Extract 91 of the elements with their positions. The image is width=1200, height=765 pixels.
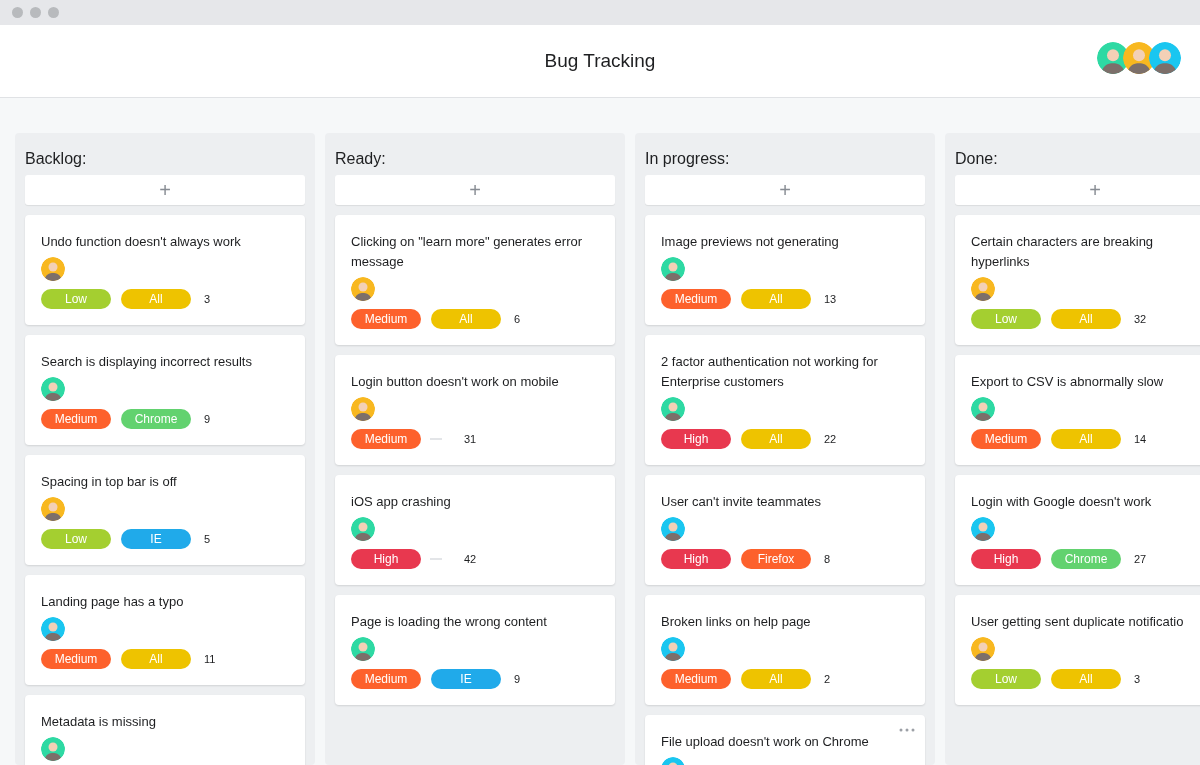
comment-count: 8: [824, 553, 831, 565]
tag: Low: [41, 529, 111, 549]
window-dot[interactable]: [30, 7, 41, 18]
task-card[interactable]: Broken links on help page Medium All 2: [645, 595, 925, 705]
tag: Medium: [41, 409, 111, 429]
card-title: Broken links on help page: [661, 613, 812, 631]
comment-count: 11: [204, 653, 216, 665]
tag: High: [351, 549, 421, 569]
task-card[interactable]: Login button doesn't work on mobile Medium 31: [335, 355, 615, 465]
window-dot[interactable]: [48, 7, 59, 18]
comment-count: 6: [514, 313, 521, 325]
task-card[interactable]: User can't invite teammates High Firefox 8: [645, 475, 925, 585]
tag: High: [971, 549, 1041, 569]
tag: All: [741, 289, 811, 309]
card-title: Clicking on "learn more" generates error message: [351, 233, 584, 271]
tag: High: [661, 429, 731, 449]
task-card[interactable]: Metadata is missing: [25, 695, 305, 765]
comment-count: 32: [1134, 313, 1147, 325]
tag: All: [741, 669, 811, 689]
task-card[interactable]: 2 factor authentication not working for Enterprise customers High All 22: [645, 335, 925, 465]
card-title: Spacing in top bar is off: [41, 473, 178, 491]
comment-count: 27: [1134, 553, 1147, 565]
task-card[interactable]: Spacing in top bar is off Low IE 5: [25, 455, 305, 565]
tag: All: [431, 309, 501, 329]
tag: IE: [431, 669, 501, 689]
tag: Medium: [351, 309, 421, 329]
tag: All: [121, 289, 191, 309]
task-card[interactable]: Clicking on "learn more" generates error message Medium All 6: [335, 215, 615, 345]
task-card[interactable]: User getting sent duplicate notificatio Low All 3: [955, 595, 1200, 705]
tag: Medium: [971, 429, 1041, 449]
card-title: User getting sent duplicate notificatio: [971, 613, 1185, 631]
tag: All: [1051, 309, 1121, 329]
card-title: User can't invite teammates: [661, 493, 822, 511]
tag: Low: [971, 669, 1041, 689]
comment-count: 22: [824, 433, 837, 445]
card-title: Search is displaying incorrect results: [41, 353, 253, 371]
comment-count: 5: [204, 533, 211, 545]
comment-count: 3: [1134, 673, 1141, 685]
tag: Chrome: [1051, 549, 1121, 569]
task-card[interactable]: File upload doesn't work on Chrome: [645, 715, 925, 765]
task-card[interactable]: Export to CSV is abnormally slow Medium All 14: [955, 355, 1200, 465]
comment-count: 42: [464, 553, 477, 565]
tag: All: [1051, 429, 1121, 449]
comment-count: 9: [204, 413, 211, 425]
card-title: Login with Google doesn't work: [971, 493, 1153, 511]
tag: All: [741, 429, 811, 449]
task-card[interactable]: Certain characters are breaking hyperlinks Low All 32: [955, 215, 1200, 345]
card-title: Landing page has a typo: [41, 593, 185, 611]
tag: Medium: [351, 669, 421, 689]
tag: All: [121, 649, 191, 669]
comment-count: 31: [464, 433, 477, 445]
task-card[interactable]: Page is loading the wrong content Medium IE 9: [335, 595, 615, 705]
tag: Medium: [351, 429, 421, 449]
card-title: iOS app crashing: [351, 493, 452, 511]
card-title: Metadata is missing: [41, 713, 157, 731]
card-title: 2 factor authentication not working for Enterprise customers: [661, 353, 879, 391]
tag: All: [1051, 669, 1121, 689]
tag: Low: [971, 309, 1041, 329]
tag: High: [661, 549, 731, 569]
column-title: In progress:: [645, 149, 731, 165]
column-title: Done:: [955, 149, 999, 165]
comment-count: 2: [824, 673, 831, 685]
tag: Medium: [661, 669, 731, 689]
more-icon[interactable]: [899, 728, 915, 732]
task-card[interactable]: Image previews not generating Medium All 13: [645, 215, 925, 325]
board-title: Bug Tracking: [544, 50, 656, 72]
card-title: Certain characters are breaking hyperlinks: [971, 233, 1155, 271]
column-title: Backlog:: [25, 149, 88, 165]
comment-count: 13: [824, 293, 837, 305]
task-card[interactable]: iOS app crashing High 42: [335, 475, 615, 585]
card-title: Image previews not generating: [661, 233, 840, 251]
tag: Medium: [41, 649, 111, 669]
comment-count: 9: [514, 673, 521, 685]
comment-count: 14: [1134, 433, 1147, 445]
task-card[interactable]: Search is displaying incorrect results Medium Chrome 9: [25, 335, 305, 445]
tag: Firefox: [741, 549, 811, 569]
window-dot[interactable]: [12, 7, 23, 18]
task-card[interactable]: Landing page has a typo Medium All 11: [25, 575, 305, 685]
card-title: Export to CSV is abnormally slow: [971, 373, 1165, 391]
tag: Low: [41, 289, 111, 309]
comment-count: 3: [204, 293, 211, 305]
tag: IE: [121, 529, 191, 549]
column-title: Ready:: [335, 149, 387, 165]
tag: Chrome: [121, 409, 191, 429]
task-card[interactable]: Login with Google doesn't work High Chrome 27: [955, 475, 1200, 585]
card-title: Page is loading the wrong content: [351, 613, 548, 631]
card-title: Login button doesn't work on mobile: [351, 373, 560, 391]
card-title: Undo function doesn't always work: [41, 233, 242, 251]
task-card[interactable]: Undo function doesn't always work Low All 3: [25, 215, 305, 325]
card-title: File upload doesn't work on Chrome: [661, 733, 870, 751]
tag: Medium: [661, 289, 731, 309]
